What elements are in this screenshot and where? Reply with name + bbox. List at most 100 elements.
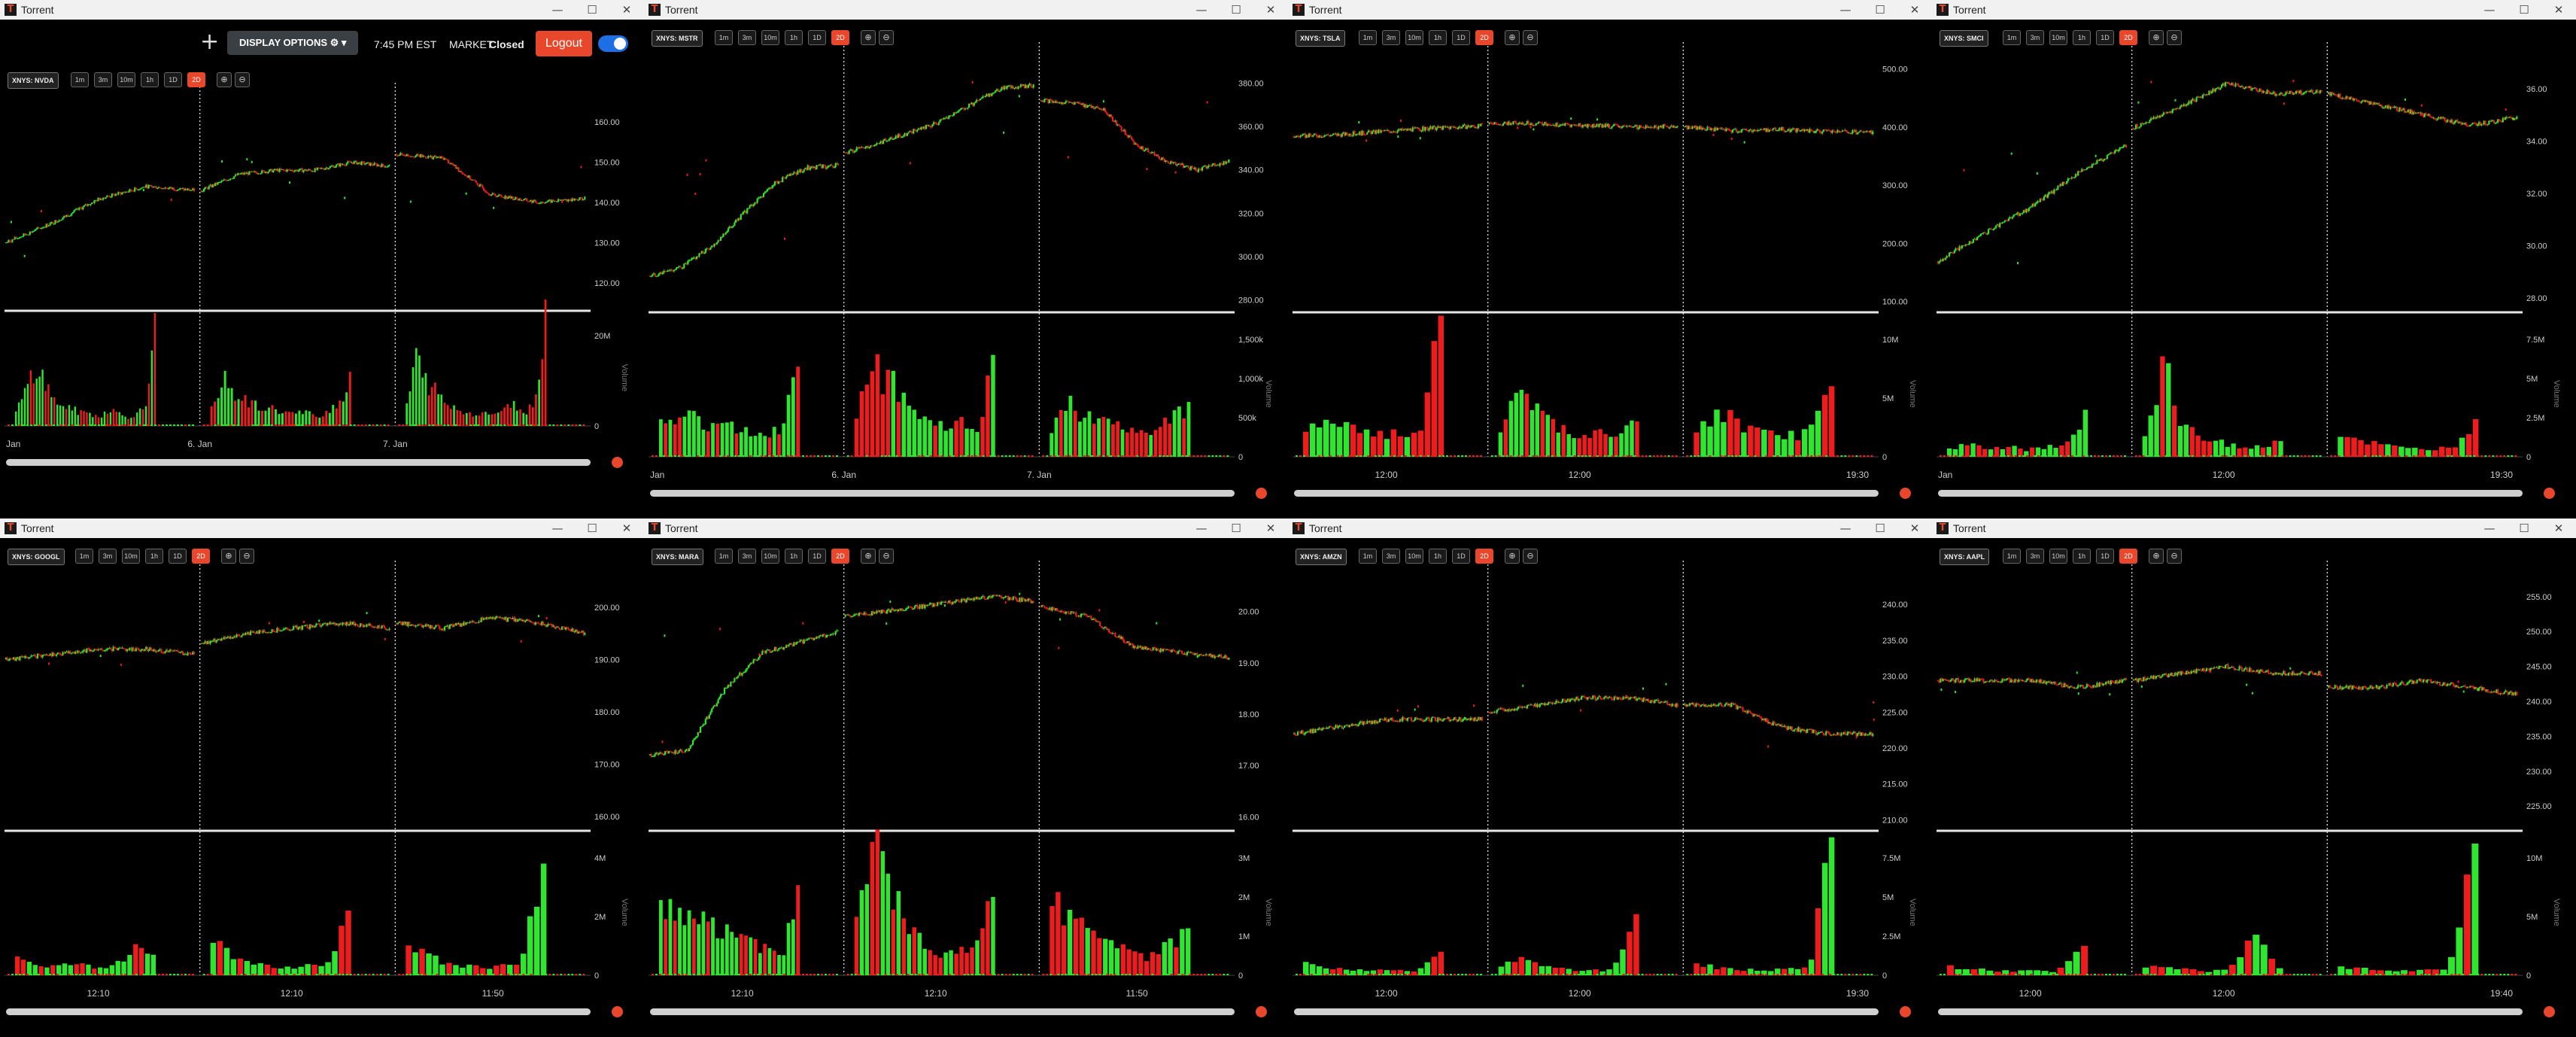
volume-bar-minor <box>2041 455 2043 457</box>
volume-bar-minor <box>1498 455 1501 457</box>
volume-bar-minor <box>473 424 476 426</box>
live-indicator-dot[interactable] <box>612 457 623 468</box>
candle-body <box>228 179 230 181</box>
volume-bar-minor <box>700 455 703 457</box>
volume-bar-minor <box>1859 455 1862 457</box>
timeframe-3m-button[interactable]: 3m <box>738 30 756 45</box>
time-scrollbar[interactable] <box>1294 490 1879 497</box>
volume-bar-minor <box>963 455 966 457</box>
timeframe-1h-button[interactable]: 1h <box>2073 30 2091 45</box>
zoom-in-icon[interactable]: ⊕ <box>1505 30 1520 45</box>
timeframe-1d-button[interactable]: 1D <box>1452 30 1470 45</box>
volume-bar-minor <box>436 424 439 426</box>
zoom-out-icon[interactable]: ⊖ <box>1523 30 1538 45</box>
volume-bar-minor <box>522 424 525 426</box>
zoom-in-icon[interactable]: ⊕ <box>217 72 232 87</box>
zoom-in-icon[interactable]: ⊕ <box>861 30 876 45</box>
volume-bar-minor <box>379 424 382 426</box>
candle-body <box>1994 227 1996 229</box>
volume-bar-minor <box>846 455 849 457</box>
live-indicator-dot[interactable] <box>2544 488 2555 499</box>
price-volume-chart[interactable]: 200.00190.00180.00170.00160.004M2M0Volum… <box>0 518 644 1037</box>
outlier-tick <box>1174 171 1177 174</box>
timeframe-3m-button[interactable]: 3m <box>2026 30 2044 45</box>
timeframe-1d-button[interactable]: 1D <box>808 30 826 45</box>
display-options-button[interactable]: DISPLAY OPTIONS ⚙ ▾ <box>227 31 359 55</box>
live-indicator-dot[interactable] <box>1900 488 1911 499</box>
time-scrollbar[interactable] <box>6 459 591 466</box>
volume-bar-minor <box>895 455 898 457</box>
candle-body <box>2106 155 2108 160</box>
volume-bar-minor <box>1356 455 1358 457</box>
timeframe-10m-button[interactable]: 10m <box>761 30 779 45</box>
volume-bar-minor <box>30 424 32 426</box>
volume-bar-minor <box>1633 455 1636 457</box>
zoom-out-icon[interactable]: ⊖ <box>2167 30 2182 45</box>
price-volume-chart[interactable]: 500.00400.00300.00200.00100.0010M5M0Volu… <box>1288 0 1932 518</box>
timeframe-3m-button[interactable]: 3m <box>1382 30 1400 45</box>
volume-bar-minor <box>2292 455 2295 457</box>
timeframe-1d-button[interactable]: 1D <box>164 72 182 87</box>
volume-bar <box>141 409 144 426</box>
price-volume-chart[interactable]: 380.00360.00340.00320.00300.00280.001,50… <box>644 0 1288 518</box>
volume-bar-minor <box>8 424 10 426</box>
volume-bar-minor <box>439 424 442 426</box>
volume-bar-minor <box>1341 455 1343 457</box>
candle-body <box>1861 130 1863 132</box>
timeframe-1h-button[interactable]: 1h <box>1429 30 1447 45</box>
volume-bar <box>954 421 958 457</box>
volume-bar-minor <box>2037 455 2040 457</box>
volume-bar-minor <box>1318 455 1320 457</box>
timeframe-1d-button[interactable]: 1D <box>2096 30 2114 45</box>
zoom-out-icon[interactable]: ⊖ <box>235 72 250 87</box>
time-scrollbar[interactable] <box>1938 490 2523 497</box>
volume-bar-minor <box>1803 455 1806 457</box>
zoom-in-icon[interactable]: ⊕ <box>2149 30 2164 45</box>
market-status: Closed <box>489 38 524 50</box>
volume-bar <box>749 436 753 457</box>
candle-body <box>995 90 997 93</box>
timeframe-2d-button[interactable]: 2D <box>1475 30 1493 45</box>
zoom-out-icon[interactable]: ⊖ <box>879 30 894 45</box>
volume-bar-minor <box>1761 455 1764 457</box>
volume-bar <box>2439 446 2445 457</box>
time-scrollbar[interactable] <box>650 490 1235 497</box>
timeframe-3m-button[interactable]: 3m <box>94 72 112 87</box>
volume-bar-minor <box>1329 455 1332 457</box>
theme-toggle[interactable] <box>598 35 628 52</box>
volume-bar <box>227 388 230 426</box>
timeframe-1m-button[interactable]: 1m <box>71 72 89 87</box>
logout-button[interactable]: Logout <box>536 31 592 56</box>
timeframe-1m-button[interactable]: 1m <box>715 30 733 45</box>
timeframe-2d-button[interactable]: 2D <box>187 72 205 87</box>
candle-body <box>2221 84 2223 88</box>
candle-body <box>1157 154 1159 157</box>
add-chart-button[interactable]: + <box>200 29 219 55</box>
volume-bar <box>525 414 528 426</box>
timeframe-2d-button[interactable]: 2D <box>831 30 849 45</box>
volume-bar-minor <box>158 424 160 426</box>
candle-body <box>740 214 742 220</box>
timeframe-10m-button[interactable]: 10m <box>117 72 135 87</box>
volume-bar-minor <box>15 424 17 426</box>
timeframe-1m-button[interactable]: 1m <box>1359 30 1377 45</box>
price-volume-chart[interactable]: 36.0034.0032.0030.0028.007.5M5M2.5M0Volu… <box>1932 0 2576 518</box>
timeframe-10m-button[interactable]: 10m <box>2049 30 2067 45</box>
candle-body <box>378 165 381 166</box>
volume-bar-minor <box>861 455 864 457</box>
candle-body <box>864 147 867 149</box>
volume-bar-minor <box>1215 455 1218 457</box>
timeframe-10m-button[interactable]: 10m <box>1405 30 1423 45</box>
live-indicator-dot[interactable] <box>1256 488 1267 499</box>
timeframe-2d-button[interactable]: 2D <box>2119 30 2137 45</box>
candle-body <box>41 227 44 229</box>
volume-tick-label: 7.5M <box>2526 336 2544 345</box>
timeframe-1h-button[interactable]: 1h <box>785 30 803 45</box>
timeframe-1h-button[interactable]: 1h <box>141 72 159 87</box>
candle-body <box>308 169 311 171</box>
candle-body <box>582 199 585 201</box>
timeframe-1m-button[interactable]: 1m <box>2003 30 2021 45</box>
volume-bar <box>1608 436 1613 457</box>
volume-bar <box>440 394 443 426</box>
volume-bar <box>223 370 226 426</box>
